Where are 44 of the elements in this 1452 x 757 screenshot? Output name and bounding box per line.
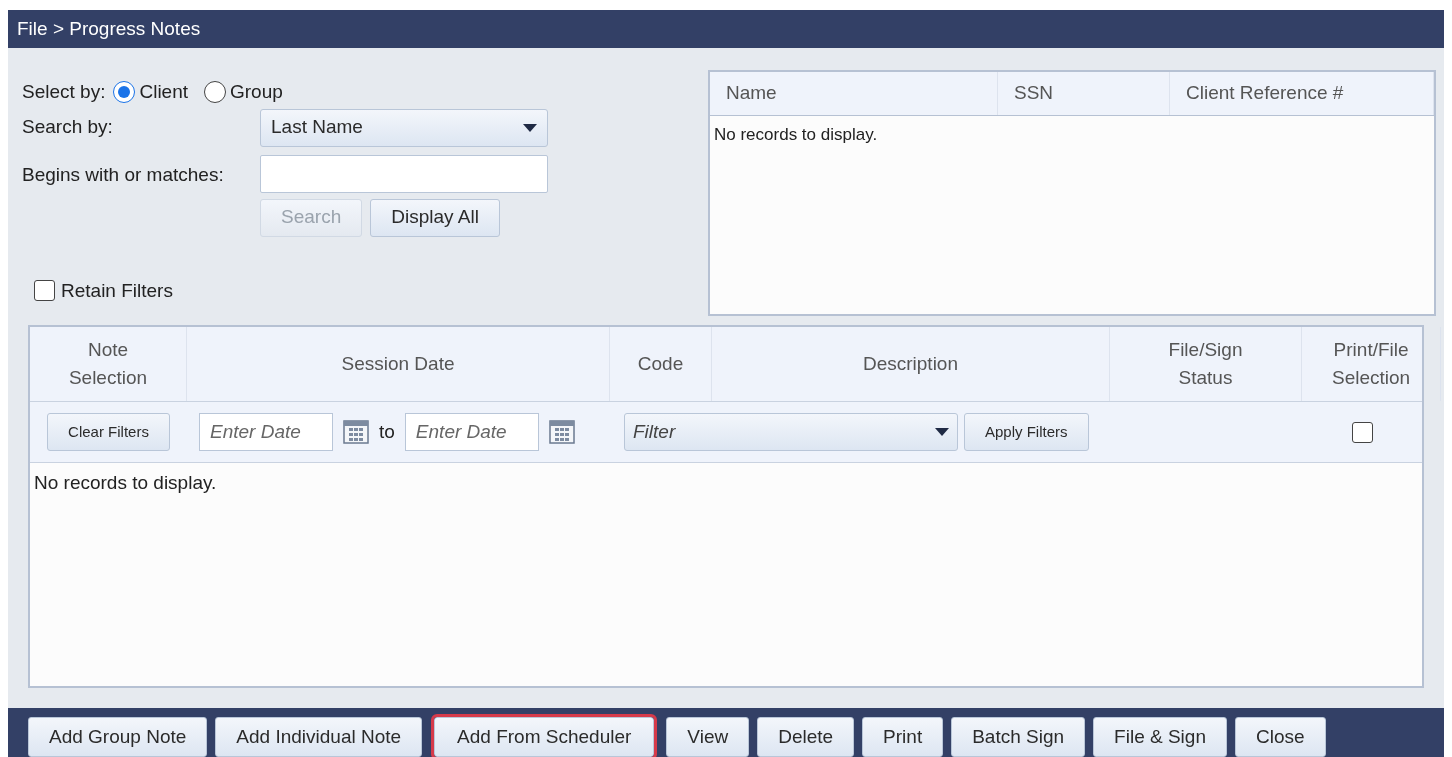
search-button[interactable]: Display All bbox=[370, 198, 500, 237]
action-button[interactable]: Add Individual Note bbox=[215, 717, 423, 757]
action-button[interactable]: Batch Sign bbox=[951, 717, 1086, 757]
empty-message: No records to display. bbox=[33, 471, 218, 495]
action-button[interactable]: Print bbox=[862, 717, 944, 757]
radio-button[interactable] bbox=[204, 81, 226, 104]
action-button[interactable]: Add From Scheduler bbox=[434, 717, 655, 757]
column-header[interactable]: Session Date bbox=[187, 327, 610, 401]
calendar-icon[interactable] bbox=[548, 420, 575, 444]
code-filter-dropdown[interactable]: Filter bbox=[624, 413, 958, 451]
action-button[interactable]: Add Group Note bbox=[28, 717, 208, 757]
select-all-checkbox[interactable] bbox=[1351, 421, 1373, 443]
empty-message: No records to display. bbox=[713, 124, 879, 146]
column-header[interactable]: Name bbox=[710, 72, 998, 115]
match-input-field[interactable] bbox=[260, 154, 548, 193]
radio-label: Client bbox=[139, 80, 188, 104]
column-header[interactable]: File/Sign Status bbox=[1110, 327, 1302, 401]
column-header[interactable]: SSN bbox=[998, 72, 1170, 115]
window-title: File > Progress Notes bbox=[17, 16, 201, 41]
radio-button[interactable] bbox=[113, 81, 136, 104]
action-button[interactable]: View bbox=[666, 717, 750, 757]
retain-filters-label: Retain Filters bbox=[61, 278, 173, 303]
calendar-icon[interactable] bbox=[343, 420, 369, 444]
start-date-field[interactable]: Enter Date bbox=[199, 413, 333, 451]
retain-filters-checkbox[interactable] bbox=[34, 280, 55, 302]
select-by-label: Select by: bbox=[22, 80, 106, 104]
radio-label: Group bbox=[230, 80, 283, 104]
end-date-field[interactable]: Enter Date bbox=[404, 413, 539, 451]
column-header[interactable]: Note Selection bbox=[30, 327, 187, 401]
column-header[interactable]: Client Reference # bbox=[1170, 72, 1434, 115]
clear-filters-button[interactable]: Clear Filters bbox=[47, 413, 170, 451]
action-button[interactable]: File & Sign bbox=[1093, 717, 1227, 757]
apply-filters-button[interactable]: Apply Filters bbox=[964, 413, 1089, 451]
to-label: to bbox=[379, 419, 395, 444]
column-header[interactable]: Print/File Selection bbox=[1302, 327, 1442, 401]
column-header[interactable]: Code bbox=[610, 327, 712, 401]
action-button[interactable]: Close bbox=[1234, 717, 1326, 757]
dropdown-caret-icon bbox=[935, 428, 949, 436]
match-label: Begins with or matches: bbox=[22, 162, 225, 187]
dropdown-caret-icon bbox=[523, 123, 537, 132]
search-by-dropdown[interactable]: Last Name bbox=[260, 108, 548, 147]
action-button[interactable]: Delete bbox=[757, 717, 855, 757]
column-header[interactable]: Description bbox=[712, 327, 1110, 401]
search-by-label: Search by: bbox=[22, 114, 114, 139]
